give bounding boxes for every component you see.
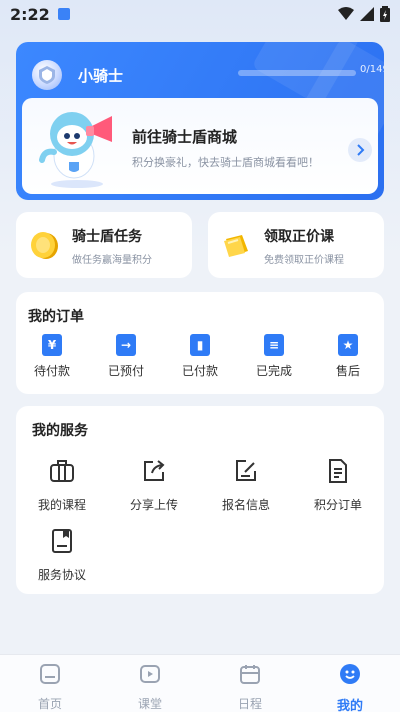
order-paid[interactable]: ▮ 已付款 bbox=[170, 334, 230, 379]
knight-level-title: 小骑士 bbox=[78, 66, 124, 85]
order-label: 已付款 bbox=[181, 364, 218, 378]
my-orders-title: 我的订单 bbox=[28, 309, 84, 325]
shield-mall-subtitle: 积分换豪礼，快去骑士盾商城看看吧！ bbox=[132, 156, 319, 169]
free-course-card[interactable]: 领取正价课 免费领取正价课程 bbox=[208, 212, 384, 278]
status-indicators bbox=[338, 6, 390, 22]
order-completed[interactable]: ≡ 已完成 bbox=[244, 334, 304, 379]
order-after-sales[interactable]: ★ 售后 bbox=[318, 334, 378, 379]
knight-header: 小骑士 bbox=[32, 58, 123, 92]
tab-home[interactable]: 首页 bbox=[0, 663, 100, 712]
tab-label: 我的 bbox=[336, 699, 363, 712]
service-label: 服务协议 bbox=[37, 568, 86, 582]
order-prepaid[interactable]: → 已预付 bbox=[96, 334, 156, 379]
tab-schedule[interactable]: 日程 bbox=[200, 663, 300, 712]
after-sales-icon: ★ bbox=[338, 334, 358, 356]
tab-profile[interactable]: 我的 bbox=[300, 663, 400, 712]
service-points-orders[interactable]: 积分订单 bbox=[292, 458, 384, 513]
order-label: 售后 bbox=[335, 364, 360, 378]
service-registration-info[interactable]: 报名信息 bbox=[200, 458, 292, 513]
my-services-title: 我的服务 bbox=[32, 423, 88, 439]
points-order-icon bbox=[329, 459, 347, 483]
gift-book-icon bbox=[224, 235, 248, 257]
gold-coin-icon bbox=[31, 232, 58, 259]
completed-icon: ≡ bbox=[264, 334, 284, 356]
course-bag-icon bbox=[50, 460, 74, 482]
status-bar: 2:22 bbox=[0, 0, 400, 28]
battery-icon bbox=[380, 6, 390, 22]
order-pending-payment[interactable]: ¥ 待付款 bbox=[22, 334, 82, 379]
order-label: 已预付 bbox=[107, 364, 144, 378]
chevron-right-icon[interactable] bbox=[348, 138, 372, 162]
knight-task-title: 骑士盾任务 bbox=[72, 229, 142, 245]
signal-icon bbox=[360, 7, 374, 21]
home-icon bbox=[40, 664, 60, 684]
my-services-section: 我的服务 我的课程 分享上传 报名信息 积分订单 服务协议 bbox=[16, 406, 384, 594]
service-label: 积分订单 bbox=[313, 498, 362, 512]
knight-badge-icon bbox=[32, 60, 62, 90]
paid-icon: ▮ bbox=[190, 334, 210, 356]
free-course-title: 领取正价课 bbox=[264, 229, 334, 245]
service-my-courses[interactable]: 我的课程 bbox=[16, 458, 108, 513]
wifi-icon bbox=[338, 7, 354, 20]
service-agreement-icon bbox=[52, 529, 72, 553]
free-course-subtitle: 免费领取正价课程 bbox=[264, 255, 344, 266]
knight-progress-text: 0/1499 bbox=[360, 64, 384, 75]
pending-payment-icon: ¥ bbox=[42, 334, 62, 356]
profile-smile-icon bbox=[340, 664, 360, 684]
status-time: 2:22 bbox=[10, 4, 50, 24]
bottom-tab-bar: 首页 课堂 日程 我的 bbox=[0, 654, 400, 712]
tab-label: 课堂 bbox=[137, 697, 162, 711]
my-orders-section: 我的订单 ¥ 待付款 → 已预付 ▮ 已付款 ≡ 已完成 ★ 售后 bbox=[16, 292, 384, 394]
share-upload-icon bbox=[144, 460, 165, 481]
shield-mall-entry[interactable]: 前往骑士盾商城 积分换豪礼，快去骑士盾商城看看吧！ bbox=[22, 98, 378, 194]
tab-label: 日程 bbox=[237, 697, 262, 711]
service-label: 我的课程 bbox=[37, 498, 86, 512]
tab-label: 首页 bbox=[37, 697, 62, 711]
classroom-play-icon bbox=[140, 665, 160, 683]
knight-task-card[interactable]: 骑士盾任务 做任务赢海量积分 bbox=[16, 212, 192, 278]
registration-edit-icon bbox=[236, 460, 256, 481]
prepaid-icon: → bbox=[116, 334, 136, 356]
service-agreement[interactable]: 服务协议 bbox=[16, 528, 108, 583]
order-label: 已完成 bbox=[255, 364, 292, 378]
service-share-upload[interactable]: 分享上传 bbox=[108, 458, 200, 513]
shield-mall-title: 前往骑士盾商城 bbox=[132, 128, 238, 146]
service-label: 报名信息 bbox=[221, 498, 270, 512]
service-label: 分享上传 bbox=[129, 498, 178, 512]
mascot-illustration bbox=[39, 112, 112, 188]
app-notification-icon bbox=[57, 8, 70, 20]
knight-progress-bar bbox=[238, 70, 356, 76]
calendar-icon bbox=[240, 665, 260, 684]
tab-classroom[interactable]: 课堂 bbox=[100, 663, 200, 712]
knight-level-card[interactable]: 小骑士 0/1499 前往骑士盾商城 积分换豪礼，快去骑士盾商城看看吧！ bbox=[16, 42, 384, 200]
order-label: 待付款 bbox=[33, 364, 70, 378]
knight-task-subtitle: 做任务赢海量积分 bbox=[72, 255, 152, 266]
